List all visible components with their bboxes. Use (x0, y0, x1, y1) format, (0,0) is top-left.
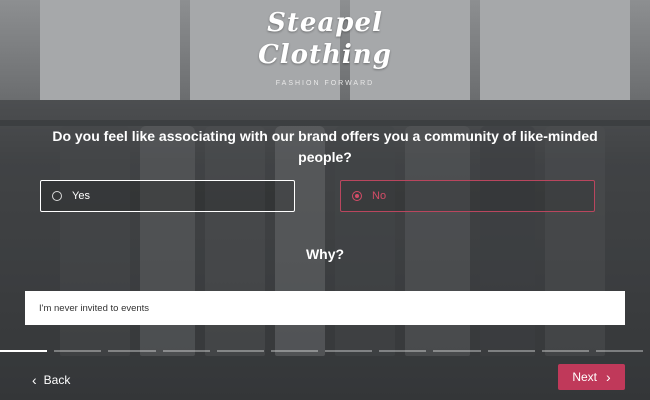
progress-segment (0, 350, 48, 352)
logo-tagline: FASHION FORWARD (275, 80, 375, 87)
logo-name-line1: Steapel (267, 8, 383, 38)
progress-segment (487, 350, 535, 352)
progress-segment (270, 350, 319, 352)
progress-segment (325, 350, 373, 352)
chevron-right-icon: › (606, 369, 611, 385)
progress-segment (216, 350, 264, 352)
why-answer-input[interactable] (25, 291, 625, 325)
question-text: Do you feel like associating with our br… (52, 128, 598, 165)
progress-segment (541, 350, 589, 352)
back-label: Back (43, 373, 71, 387)
progress-bar (0, 350, 650, 353)
radio-selected-icon[interactable] (352, 191, 362, 201)
followup-label: Why? (305, 246, 345, 262)
progress-segment (54, 350, 102, 352)
back-button[interactable]: ‹ Back (32, 370, 70, 390)
option-label: Yes (72, 190, 90, 202)
progress-segment (433, 350, 481, 352)
option-no[interactable]: No (340, 180, 595, 212)
next-button[interactable]: Next › (558, 364, 625, 390)
option-label: No (372, 190, 387, 202)
progress-segment (379, 350, 427, 352)
progress-segment (595, 350, 644, 352)
logo-name-line2: Clothing (258, 40, 392, 70)
brand-logo: Steapel Clothing FASHION FORWARD (0, 0, 650, 100)
next-label: Next (572, 370, 597, 384)
option-yes[interactable]: Yes (40, 180, 295, 212)
radio-unselected-icon[interactable] (52, 191, 62, 201)
chevron-left-icon: ‹ (32, 372, 37, 388)
progress-segment (108, 350, 156, 352)
progress-segment (162, 350, 210, 352)
